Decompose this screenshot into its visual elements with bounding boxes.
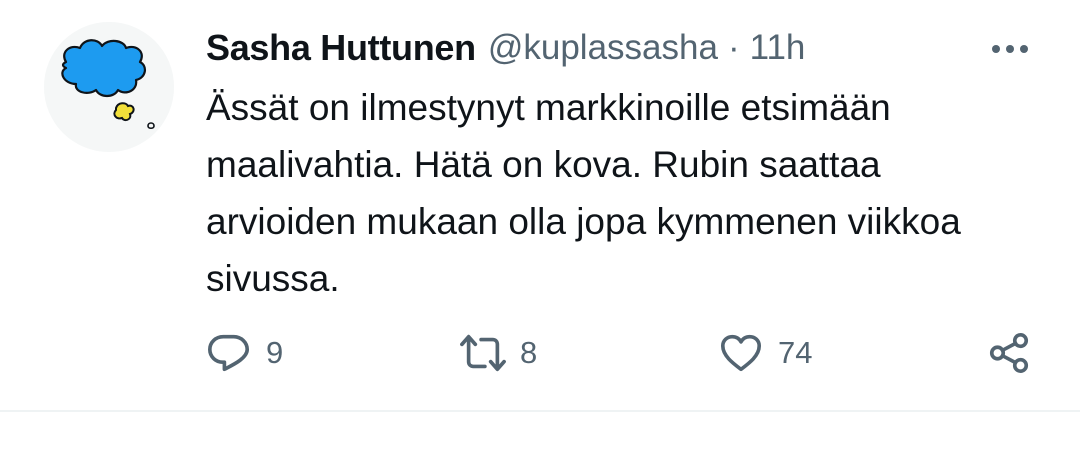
- reply-button[interactable]: 9: [206, 330, 283, 376]
- author-handle[interactable]: @kuplassasha: [488, 28, 718, 68]
- tweet-text: Ässät on ilmestynyt markkinoille etsimää…: [206, 87, 961, 299]
- avatar[interactable]: [44, 22, 174, 152]
- divider: [0, 410, 1080, 412]
- share-button[interactable]: [986, 330, 1032, 376]
- reply-icon: [208, 334, 250, 372]
- tweet-header: Sasha Huttunen @kuplassasha · 11h: [206, 26, 805, 70]
- like-button[interactable]: 74: [718, 330, 812, 376]
- retweet-count: 8: [520, 335, 538, 370]
- like-count: 74: [778, 335, 813, 370]
- author-display-name[interactable]: Sasha Huttunen: [206, 27, 476, 69]
- separator-dot: ·: [727, 28, 740, 67]
- share-icon: [989, 332, 1029, 374]
- retweet-button[interactable]: 8: [460, 330, 537, 376]
- tweet-timestamp[interactable]: 11h: [750, 28, 806, 68]
- more-icon: [992, 45, 1028, 53]
- reply-count: 9: [266, 335, 284, 370]
- more-options-button[interactable]: [986, 34, 1034, 64]
- retweet-icon: [460, 334, 506, 372]
- heart-icon: [720, 334, 762, 372]
- cloud-icon: [44, 22, 174, 152]
